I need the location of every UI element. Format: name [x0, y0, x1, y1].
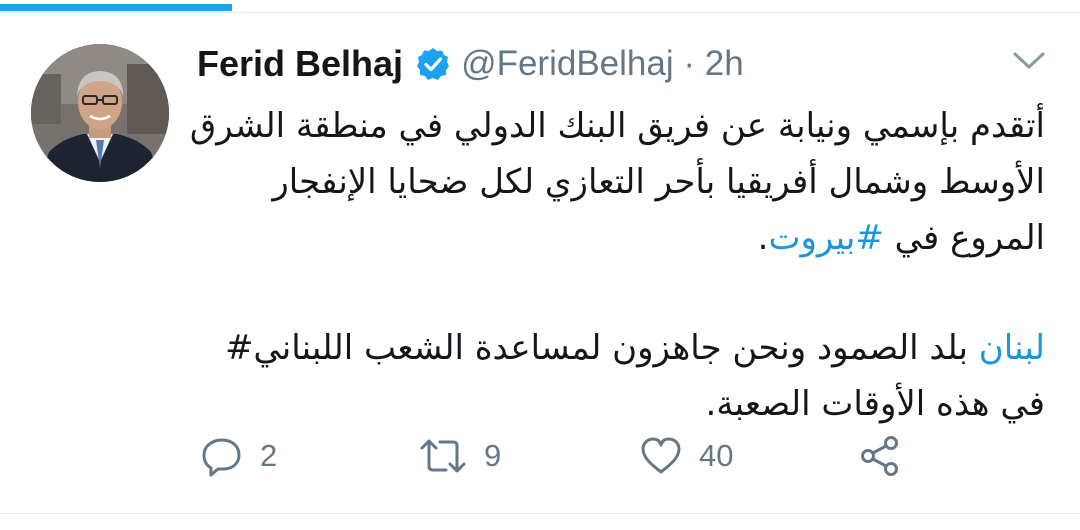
- divider: [0, 513, 1080, 514]
- tweet-paragraph-2: لبنان بلد الصمود ونحن جاهزون لمساعدة الش…: [185, 320, 1045, 432]
- retweet-button[interactable]: 9: [418, 432, 501, 480]
- reply-count: 2: [260, 438, 278, 473]
- hashtag-link[interactable]: #بيروت: [768, 218, 883, 258]
- heart-icon: [639, 434, 683, 478]
- tweet-text: أتقدم بإسمي ونيابة عن فريق البنك الدولي …: [185, 98, 1045, 432]
- paragraph-suffix: .: [757, 218, 769, 258]
- timestamp[interactable]: 2h: [705, 44, 744, 84]
- reply-button[interactable]: 2: [200, 432, 277, 480]
- avatar[interactable]: [31, 44, 169, 182]
- tweet-paragraph-1: أتقدم بإسمي ونيابة عن فريق البنك الدولي …: [185, 98, 1045, 266]
- paragraph-text: بلد الصمود ونحن جاهزون لمساعدة الشعب الل…: [224, 328, 1045, 424]
- divider: [0, 12, 1080, 13]
- paragraph-text: أتقدم بإسمي ونيابة عن فريق البنك الدولي …: [189, 106, 1045, 258]
- retweet-count: 9: [484, 438, 502, 473]
- like-button[interactable]: 40: [639, 432, 733, 480]
- verified-badge-icon: [415, 46, 451, 82]
- chevron-down-icon[interactable]: [1012, 47, 1046, 73]
- loading-progress-bar: [0, 4, 233, 11]
- hashtag-link[interactable]: لبنان: [979, 328, 1045, 368]
- separator: ·: [673, 44, 705, 83]
- share-button[interactable]: [858, 432, 902, 480]
- author-handle[interactable]: @FeridBelhaj: [461, 44, 674, 84]
- like-count: 40: [699, 438, 734, 473]
- reply-icon: [200, 434, 244, 478]
- retweet-icon: [418, 434, 468, 478]
- share-icon: [858, 434, 902, 478]
- author-name[interactable]: Ferid Belhaj: [197, 43, 403, 85]
- tweet-header: Ferid Belhaj @FeridBelhaj · 2h: [197, 40, 744, 88]
- avatar-photo: [31, 44, 169, 182]
